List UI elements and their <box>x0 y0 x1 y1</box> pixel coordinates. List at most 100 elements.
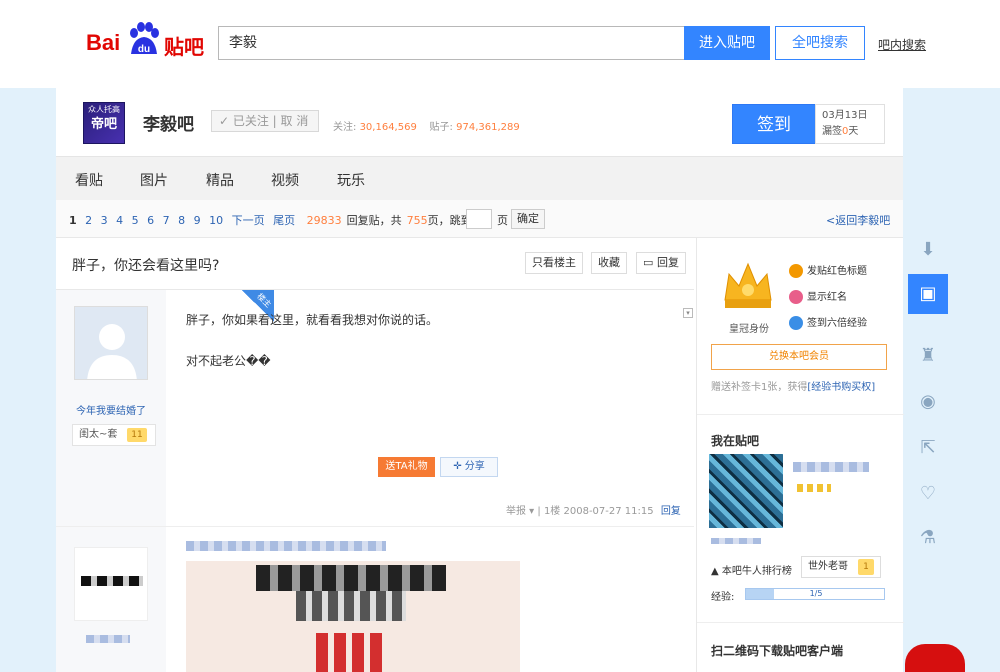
page-count: 755 <box>406 214 428 227</box>
only-op-button[interactable]: 只看楼主 <box>525 252 583 274</box>
search-input[interactable]: 李毅 <box>218 26 684 60</box>
exp-book-link[interactable]: [经验书购买权] <box>807 382 875 393</box>
forum-avatar[interactable]: 众人托高 帝吧 <box>83 102 125 144</box>
page-link[interactable]: 3 <box>101 214 108 227</box>
default-avatar-icon <box>75 307 147 379</box>
page-jump-confirm-button[interactable]: 确定 <box>511 209 545 229</box>
reply-count: 29833 <box>306 214 342 227</box>
page-link[interactable]: 8 <box>178 214 185 227</box>
blurred-avatar[interactable] <box>74 547 148 621</box>
rank-level: 1 <box>858 559 874 575</box>
blurred-username <box>86 635 130 643</box>
exp-boost-icon <box>789 316 803 330</box>
cat-icon[interactable]: ◉ <box>908 382 948 422</box>
flask-icon[interactable]: ⚗ <box>908 518 948 558</box>
pagination-bar: 1 2 3 4 5 6 7 8 9 10 下一页 尾页 29833 回复贴，共 75… <box>56 200 903 238</box>
page-link[interactable]: 6 <box>147 214 154 227</box>
forum-avatar-line1: 众人托高 <box>88 105 120 114</box>
page-link[interactable]: 10 <box>209 214 223 227</box>
nav-item-fun[interactable]: 玩乐 <box>337 170 365 190</box>
hat-icon[interactable]: ♜ <box>908 336 948 376</box>
exchange-member-button[interactable]: 兑换本吧会员 <box>711 344 887 370</box>
level-name: 闺太~套 <box>79 429 118 440</box>
message-icon[interactable]: ▣ <box>908 274 948 314</box>
forum-name[interactable]: 李毅吧 <box>143 110 194 135</box>
page-link[interactable]: 5 <box>132 214 139 227</box>
sign-info: 03月13日 漏签0天 <box>815 104 885 144</box>
post-username[interactable]: 今年我要结婚了 <box>56 402 166 417</box>
post-text-line: 对不起老公�� <box>186 354 271 368</box>
nav-item-pictures[interactable]: 图片 <box>140 170 168 190</box>
forum-stats: 关注: 30,164,569 贴子: 974,361,289 <box>333 118 520 133</box>
nav-item-videos[interactable]: 视频 <box>271 170 299 190</box>
reply-button[interactable]: ▭ 回复 <box>636 252 686 274</box>
send-gift-button[interactable]: 送TA礼物 <box>378 457 435 477</box>
logo-du: du <box>138 44 150 55</box>
logo-bai: Bai <box>86 30 121 55</box>
privilege-item: 签到六倍经验 <box>789 314 867 330</box>
post-text-line: 胖子，你如果看这里，就看看我想对你说的话。 <box>186 313 439 327</box>
divider <box>697 414 904 415</box>
post-reply-link[interactable]: 回复 <box>661 506 681 517</box>
divider <box>697 622 904 623</box>
favorite-button[interactable]: 收藏 <box>591 252 627 274</box>
avatar[interactable] <box>709 454 783 528</box>
post-meta: 举报 ▾ | 1楼 2008-07-27 11:15 回复 <box>506 502 681 517</box>
report-link[interactable]: 举报 ▾ <box>506 506 534 517</box>
floor-number: | 1楼 <box>537 506 561 517</box>
crown-label: 皇冠身份 <box>729 324 769 335</box>
post-content <box>166 526 694 672</box>
sign-in-button[interactable]: 签到 <box>732 104 816 144</box>
page-current: 1 <box>69 214 77 227</box>
missed-sign: 漏签0天 <box>822 126 859 137</box>
chevron-down-icon[interactable]: ▾ <box>683 308 693 318</box>
nav-item-featured[interactable]: 精品 <box>206 170 234 190</box>
page-jump-unit: 页 <box>497 214 508 227</box>
baidu-tieba-logo[interactable]: Bai du 贴吧 <box>86 22 206 62</box>
share-button-label: 分享 <box>464 461 485 472</box>
level-number: 11 <box>127 428 147 442</box>
nav-item-threads[interactable]: 看贴 <box>75 170 103 190</box>
follow-toggle-button[interactable]: ✓ 已关注 | 取 消 <box>211 110 319 132</box>
main-content: 众人托高 帝吧 李毅吧 ✓ 已关注 | 取 消 关注: 30,164,569 贴… <box>56 88 904 672</box>
page-jump-input[interactable] <box>466 209 492 229</box>
all-bar-search-button[interactable]: 全吧搜索 <box>775 26 865 60</box>
avatar[interactable] <box>74 306 148 380</box>
back-to-forum-link[interactable]: <返回李毅吧 <box>826 212 890 228</box>
reply-button-label: 回复 <box>656 256 679 269</box>
enter-bar-button[interactable]: 进入贴吧 <box>684 26 770 60</box>
crown-icon <box>724 262 772 308</box>
sign-date: 03月13日 <box>822 110 868 121</box>
share-icon[interactable]: ⇱ <box>908 428 948 468</box>
rank-label[interactable]: ▲ 本吧牛人排行榜 <box>711 562 792 577</box>
exchange-note: 赠送补签卡1张，获得[经验书购买权] <box>711 382 876 393</box>
download-icon[interactable]: ⬇ <box>908 230 948 270</box>
forum-avatar-line2: 帝吧 <box>90 117 117 132</box>
share-button[interactable]: ✛ 分享 <box>440 457 498 477</box>
heart-icon[interactable]: ♡ <box>908 474 948 514</box>
comment-icon: ▭ <box>643 256 654 269</box>
next-page-link[interactable]: 下一页 <box>232 214 265 227</box>
rank-icon: ▲ <box>711 566 719 577</box>
blurred-text <box>186 541 386 551</box>
posts-count: 974,361,289 <box>456 122 520 133</box>
in-bar-search-link[interactable]: 吧内搜索 <box>878 36 926 53</box>
floating-promo-icon[interactable] <box>905 644 965 672</box>
page-link[interactable]: 4 <box>116 214 123 227</box>
last-page-link[interactable]: 尾页 <box>273 214 295 227</box>
page-link[interactable]: 2 <box>85 214 92 227</box>
thread-title-bar: 胖子，你还会看这里吗? 只看楼主 收藏 ▭ 回复 <box>56 238 694 290</box>
page-link[interactable]: 7 <box>163 214 170 227</box>
user-level-badge[interactable]: 闺太~套 11 <box>72 424 156 446</box>
page-link[interactable]: 9 <box>194 214 201 227</box>
blurred-info <box>711 538 761 544</box>
privilege-item: 发贴红色标题 <box>789 262 867 278</box>
pagination: 1 2 3 4 5 6 7 8 9 10 下一页 尾页 29833 回复贴，共 75… <box>69 212 477 228</box>
top-bar: Bai du 贴吧 李毅 进入贴吧 全吧搜索 吧内搜索 <box>0 0 1000 88</box>
blurred-username <box>793 462 869 472</box>
plus-icon: ✛ <box>453 461 462 472</box>
baidu-paw-icon: du <box>130 22 159 55</box>
rank-badge[interactable]: 世外老哥 1 <box>801 556 881 578</box>
exp-progress-bar: 1/5 <box>745 588 885 600</box>
reply-count-text: 回复贴，共 <box>346 214 402 227</box>
